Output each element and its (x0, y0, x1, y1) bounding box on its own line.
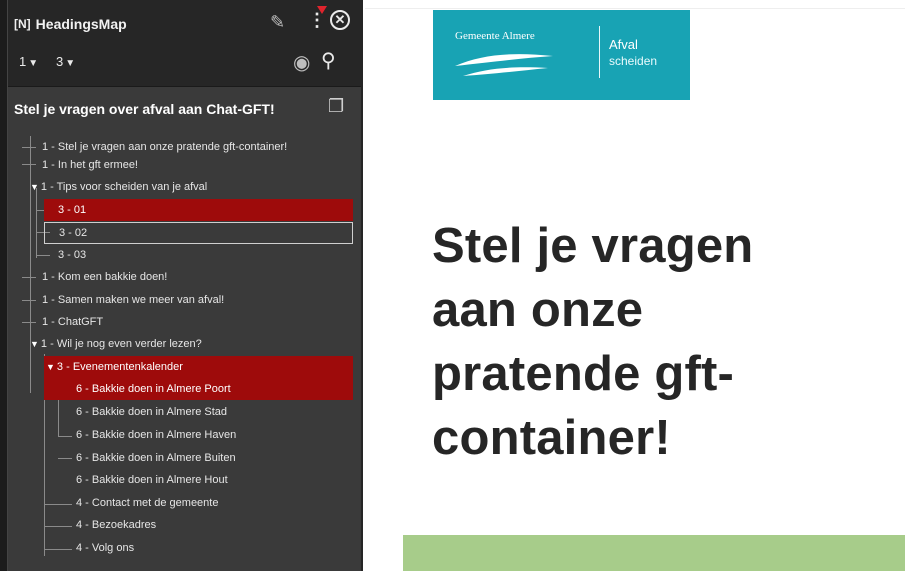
app-title: HeadingsMap (35, 16, 127, 32)
headline-line: container! (432, 411, 671, 465)
tree-line (22, 164, 36, 165)
tree-line (36, 188, 37, 258)
tree-line (22, 147, 36, 148)
level-filter-2-value: 3 (56, 54, 64, 69)
tree-item-label: 6 - Bakkie doen in Almere Buiten (76, 452, 236, 464)
tree-line (44, 504, 72, 505)
tree-item[interactable]: 1 - Samen maken we meer van afval! (42, 289, 224, 311)
headings-tree: 1 - Stel je vragen aan onze pratende gft… (8, 136, 361, 566)
tree-item-label: 3 - 01 (58, 204, 87, 216)
tree-item-label: 3 - 03 (58, 249, 87, 261)
tree-item-label: 1 - Stel je vragen aan onze pratende gft… (42, 141, 288, 153)
copy-icon[interactable]: ❐ (328, 96, 344, 117)
chevron-down-icon: ▼ (65, 58, 76, 69)
expand-triangle-icon[interactable]: ▼ (46, 362, 55, 372)
tree-item-label: 6 - Bakkie doen in Almere Stad (76, 406, 228, 418)
tree-item[interactable]: 4 - Bezoekadres (76, 514, 156, 536)
tree-line (58, 458, 72, 459)
tree-item-selected[interactable]: 3 - 01 (44, 199, 353, 221)
tree-item-label: 1 - Kom een bakkie doen! (42, 271, 168, 283)
tree-line (36, 255, 50, 256)
tree-item-selected[interactable]: ▼ 3 - Evenementenkalender (44, 356, 353, 378)
window-left-edge (0, 0, 8, 571)
app-brand: [N] HeadingsMap (14, 14, 127, 34)
tree-line (22, 322, 36, 323)
tree-item[interactable]: 3 - 03 (58, 244, 86, 266)
tree-line (30, 381, 31, 393)
tree-item-label: 4 - Volg ons (76, 542, 135, 554)
headline-line: aan onze (432, 283, 644, 337)
headline-line: Stel je vragen (432, 219, 754, 273)
tree-item-label: 1 - In het gft ermee! (42, 159, 138, 171)
expand-triangle-icon[interactable]: ▼ (30, 182, 39, 192)
tree-item[interactable]: ▼ 1 - Wil je nog even verder lezen? (30, 333, 202, 355)
tree-item[interactable]: 6 - Bakkie doen in Almere Hout (76, 469, 228, 491)
tree-item-label: 1 - Tips voor scheiden van je afval (40, 181, 208, 193)
expand-triangle-icon[interactable]: ▼ (30, 339, 39, 349)
tree-item[interactable]: 1 - Kom een bakkie doen! (42, 266, 167, 288)
notification-badge-icon (317, 6, 327, 14)
search-icon[interactable]: ⚲ (321, 48, 336, 73)
header-divider (8, 86, 361, 87)
pin-icon[interactable]: ✎ (270, 12, 285, 33)
tree-item[interactable]: 6 - Bakkie doen in Almere Stad (76, 401, 227, 423)
eye-icon[interactable]: ◉ (293, 50, 310, 75)
tree-item-label: 4 - Contact met de gemeente (76, 497, 219, 509)
tree-item[interactable]: 6 - Bakkie doen in Almere Buiten (76, 447, 236, 469)
chevron-down-icon: ▼ (28, 58, 39, 69)
tree-item-label: 1 - Wil je nog even verder lezen? (40, 338, 202, 350)
logo-wave-icon (455, 54, 553, 76)
tree-item-label: 6 - Bakkie doen in Almere Hout (76, 474, 228, 486)
tree-line (22, 300, 36, 301)
page-top-edge (365, 0, 905, 9)
tree-line (58, 436, 72, 437)
close-icon[interactable]: ✕ (330, 10, 350, 30)
tree-item[interactable]: 6 - Bakkie doen in Almere Haven (76, 424, 236, 446)
tree-item[interactable]: 1 - In het gft ermee! (42, 154, 138, 176)
tree-item-label: 6 - Bakkie doen in Almere Haven (76, 429, 237, 441)
sidebar-header: [N] HeadingsMap ✎ ⋮ ✕ 1 ▼ 3 ▼ ◉ ⚲ (8, 0, 361, 86)
tree-item-focused[interactable]: 3 - 02 (44, 222, 353, 244)
headingsmap-sidebar: [N] HeadingsMap ✎ ⋮ ✕ 1 ▼ 3 ▼ ◉ ⚲ Stel je … (8, 0, 363, 571)
tree-item[interactable]: 4 - Contact met de gemeente (76, 492, 218, 514)
logo-afval-text: Afval (609, 37, 638, 52)
tree-item-selected[interactable]: 6 - Bakkie doen in Almere Poort (44, 378, 353, 400)
tree-line (22, 277, 36, 278)
logo-separator (599, 26, 600, 78)
tree-item-label: 1 - Samen maken we meer van afval! (42, 294, 225, 306)
tree-item-label: 1 - ChatGFT (42, 316, 104, 328)
tree-item-label: 4 - Bezoekadres (76, 519, 157, 531)
tree-line (44, 549, 72, 550)
logo-scheiden-text: scheiden (609, 54, 658, 68)
tree-item-label: 3 - 02 (59, 227, 88, 239)
tree-item-label: 6 - Bakkie doen in Almere Poort (76, 383, 231, 395)
tree-line (44, 526, 72, 527)
green-content-band (403, 535, 905, 571)
tree-item[interactable]: ▼ 1 - Tips voor scheiden van je afval (30, 176, 207, 198)
document-title: Stel je vragen over afval aan Chat-GFT! (14, 101, 275, 117)
level-filter-1-value: 1 (19, 54, 27, 69)
page-headline: Stel je vragen aan onze pratende gft- co… (432, 214, 872, 470)
logo-municipality-text: Gemeente Almere (455, 30, 535, 42)
web-page: Gemeente Almere Afval scheiden Stel je v… (365, 0, 905, 571)
tree-item[interactable]: 4 - Volg ons (76, 537, 134, 559)
level-filter-2[interactable]: 3 ▼ (56, 54, 75, 69)
site-logo[interactable]: Gemeente Almere Afval scheiden (433, 10, 690, 100)
tree-item-label: 3 - Evenementenkalender (56, 361, 183, 373)
headingsmap-logo-icon: [N] (14, 17, 31, 31)
screen: [N] HeadingsMap ✎ ⋮ ✕ 1 ▼ 3 ▼ ◉ ⚲ Stel je … (0, 0, 905, 571)
tree-item[interactable]: 1 - ChatGFT (42, 311, 103, 333)
headline-line: pratende gft- (432, 347, 735, 401)
level-filter-1[interactable]: 1 ▼ (19, 54, 38, 69)
